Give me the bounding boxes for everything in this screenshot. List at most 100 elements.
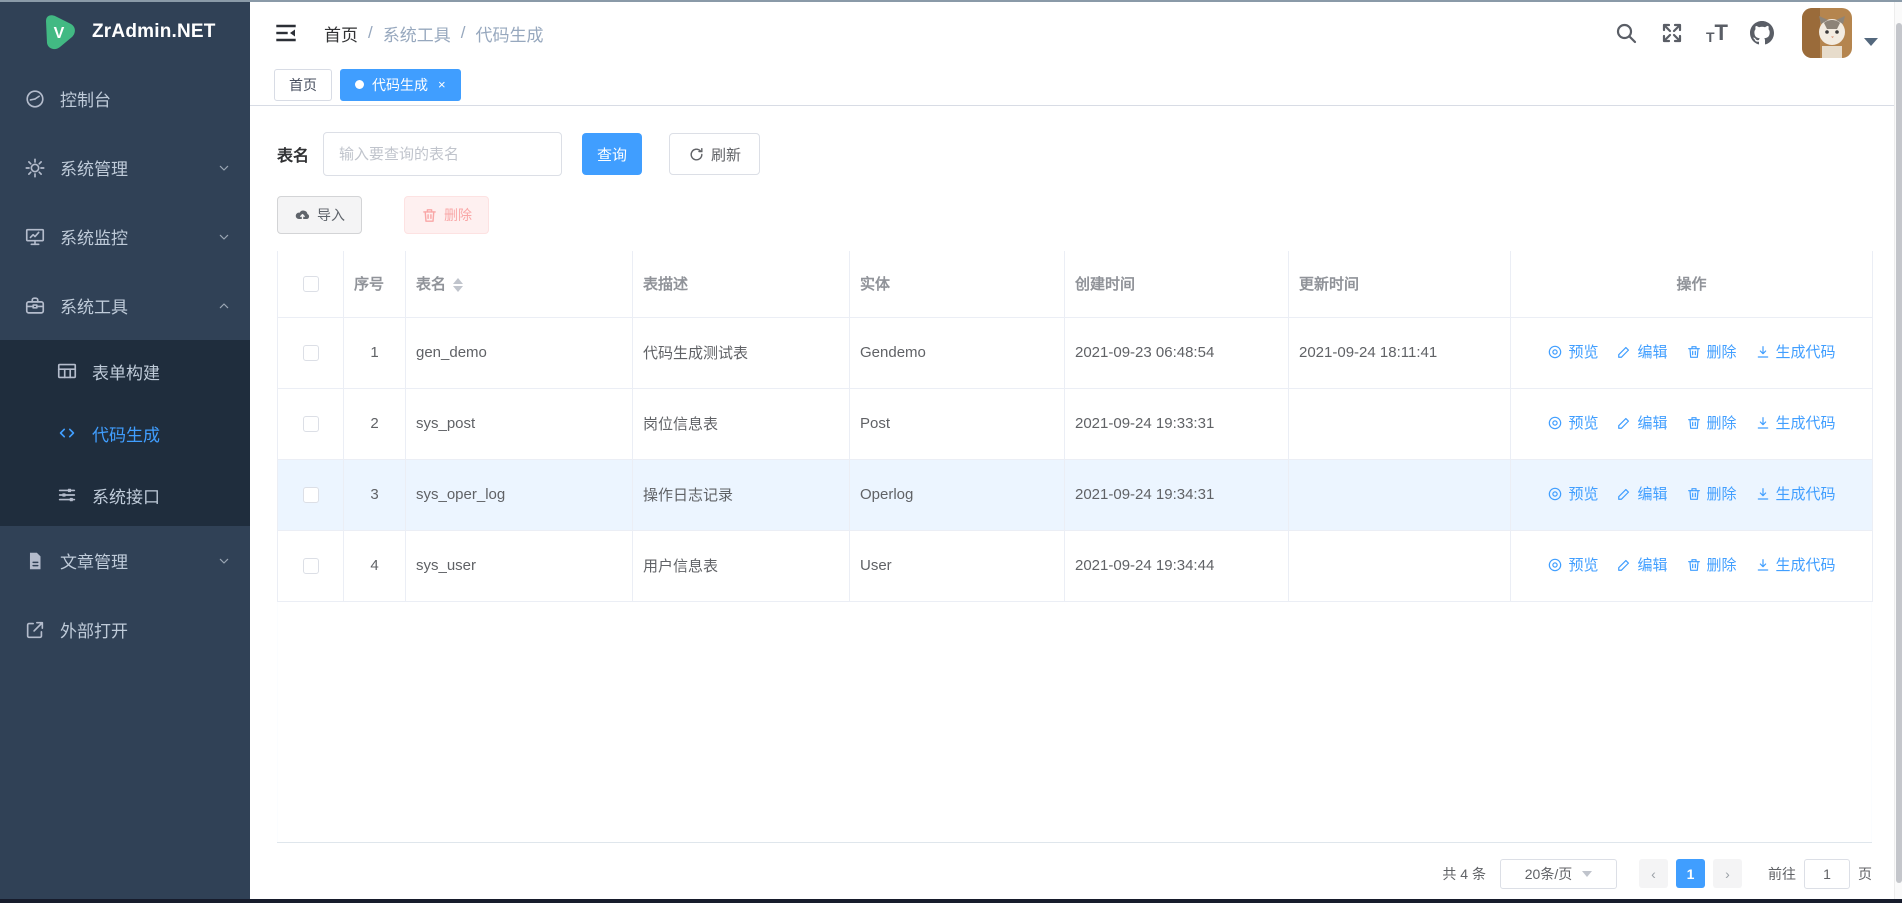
eye-icon — [1547, 415, 1568, 431]
table-row[interactable]: 2sys_post岗位信息表Post2021-09-24 19:33:31预览编… — [278, 388, 1873, 459]
table-row[interactable]: 4sys_user用户信息表User2021-09-24 19:34:44预览编… — [278, 530, 1873, 601]
actions-cell: 预览编辑删除 生成代码 — [1511, 459, 1873, 530]
sidebar-item-label: 系统工具 — [60, 293, 128, 318]
fullscreen-icon[interactable] — [1660, 21, 1684, 45]
delete-link[interactable]: 删除 — [1686, 483, 1737, 504]
select-all-checkbox[interactable] — [303, 276, 319, 292]
pen-icon — [1616, 557, 1637, 573]
entity-cell: User — [850, 530, 1065, 601]
sidebar-item-label: 系统管理 — [60, 155, 128, 180]
query-button[interactable]: 查询 — [582, 133, 642, 175]
header-actions: 操作 — [1511, 251, 1873, 317]
next-page-button[interactable]: › — [1713, 859, 1742, 888]
preview-link[interactable]: 预览 — [1547, 412, 1598, 433]
edit-link-label: 编辑 — [1637, 554, 1667, 575]
prev-page-button[interactable]: ‹ — [1639, 859, 1668, 888]
text-size-icon[interactable]: TT — [1706, 22, 1728, 44]
actions-cell: 预览 编辑删除生成代码 — [1511, 388, 1873, 459]
download-icon — [1755, 415, 1776, 431]
sidebar-submenu-system-tools: 表单构建代码生成系统接口 — [0, 340, 250, 526]
delete-link[interactable]: 删除 — [1686, 554, 1737, 575]
preview-link[interactable]: 预览 — [1547, 554, 1598, 575]
generate-code-link-label: 生成代码 — [1776, 554, 1836, 575]
created-time-cell: 2021-09-24 19:33:31 — [1065, 388, 1289, 459]
page-unit-label: 页 — [1858, 864, 1872, 884]
active-dot-icon — [355, 80, 364, 89]
import-button[interactable]: 导入 — [277, 196, 362, 234]
description-cell: 用户信息表 — [633, 530, 850, 601]
table-grid-icon — [56, 360, 78, 382]
generate-code-link[interactable]: 生成代码 — [1755, 483, 1836, 504]
generate-code-link-label: 生成代码 — [1776, 483, 1836, 504]
header-entity: 实体 — [850, 251, 1065, 317]
sidebar-item-label: 代码生成 — [92, 421, 160, 446]
pen-icon — [1616, 344, 1637, 360]
eye-icon — [1547, 486, 1568, 502]
scrollbar-thumb[interactable] — [1896, 23, 1902, 883]
tab-code-generation[interactable]: 代码生成 × — [340, 69, 461, 101]
github-icon[interactable] — [1750, 21, 1774, 45]
edit-link[interactable]: 编辑 — [1616, 483, 1667, 504]
table-row[interactable]: 3sys_oper_log操作日志记录Operlog2021-09-24 19:… — [278, 459, 1873, 530]
sidebar-item-form-builder[interactable]: 表单构建 — [0, 340, 250, 402]
sidebar-item-external-open[interactable]: 外部打开 — [0, 595, 250, 664]
delete-link[interactable]: 删除 — [1686, 412, 1737, 433]
table-name-input[interactable] — [323, 132, 562, 176]
table-name-label: 表名 — [277, 142, 309, 166]
chevron-down-icon — [1582, 871, 1592, 877]
breadcrumb-home[interactable]: 首页 — [324, 21, 358, 46]
sidebar-item-system-monitor[interactable]: 系统监控 — [0, 202, 250, 271]
delete-link-label: 删除 — [1707, 341, 1737, 362]
table-name-cell: sys_post — [406, 388, 633, 459]
page-size-select[interactable]: 20条/页 — [1500, 859, 1617, 889]
tabs-bar: 首页 代码生成 × — [250, 64, 1902, 106]
sidebar-item-label: 文章管理 — [60, 548, 128, 573]
sidebar-item-dashboard[interactable]: 控制台 — [0, 64, 250, 133]
generate-code-link[interactable]: 生成代码 — [1755, 554, 1836, 575]
goto-page-input[interactable] — [1804, 859, 1850, 889]
avatar[interactable] — [1802, 8, 1852, 58]
breadcrumb-separator: / — [461, 23, 466, 43]
chevron-down-icon[interactable] — [1864, 38, 1878, 46]
row-checkbox[interactable] — [303, 558, 319, 574]
document-icon — [24, 550, 46, 572]
search-icon[interactable] — [1614, 21, 1638, 45]
delete-button[interactable]: 删除 — [404, 196, 489, 234]
dashboard-icon — [24, 88, 46, 110]
sidebar-logo[interactable]: V ZrAdmin.NET — [0, 0, 250, 64]
header-table-name[interactable]: 表名 — [406, 251, 633, 317]
edit-link-label: 编辑 — [1637, 412, 1667, 433]
sidebar-item-system-management[interactable]: 系统管理 — [0, 133, 250, 202]
refresh-button[interactable]: 刷新 — [669, 133, 760, 175]
close-icon[interactable]: × — [438, 78, 446, 91]
generate-code-link[interactable]: 生成代码 — [1755, 341, 1836, 362]
sidebar-item-code-generation[interactable]: 代码生成 — [0, 402, 250, 464]
row-checkbox[interactable] — [303, 345, 319, 361]
edit-link[interactable]: 编辑 — [1616, 554, 1667, 575]
sidebar-item-system-interface[interactable]: 系统接口 — [0, 464, 250, 526]
sidebar-item-system-tools[interactable]: 系统工具 — [0, 271, 250, 340]
entity-cell: Operlog — [850, 459, 1065, 530]
row-checkbox[interactable] — [303, 416, 319, 432]
trash-icon — [1686, 415, 1707, 431]
table-row[interactable]: 1gen_demo代码生成测试表Gendemo2021-09-23 06:48:… — [278, 317, 1873, 388]
entity-cell: Post — [850, 388, 1065, 459]
preview-link[interactable]: 预览 — [1547, 483, 1598, 504]
row-index-cell: 1 — [344, 317, 406, 388]
chevron-down-icon — [216, 553, 232, 569]
sidebar-item-article-management[interactable]: 文章管理 — [0, 526, 250, 595]
generate-code-link[interactable]: 生成代码 — [1755, 412, 1836, 433]
sort-icon[interactable] — [453, 278, 463, 292]
chevron-down-icon — [216, 160, 232, 176]
row-checkbox[interactable] — [303, 487, 319, 503]
tab-home[interactable]: 首页 — [274, 69, 332, 101]
top-navbar: 首页 / 系统工具 / 代码生成 TT — [250, 2, 1902, 64]
edit-link[interactable]: 编辑 — [1616, 412, 1667, 433]
page-number-1[interactable]: 1 — [1676, 859, 1705, 888]
edit-link[interactable]: 编辑 — [1616, 341, 1667, 362]
delete-link[interactable]: 删除 — [1686, 341, 1737, 362]
preview-link[interactable]: 预览 — [1547, 341, 1598, 362]
user-menu[interactable] — [1802, 8, 1878, 58]
menu-fold-icon[interactable] — [274, 21, 298, 45]
vertical-scrollbar[interactable] — [1894, 2, 1902, 899]
